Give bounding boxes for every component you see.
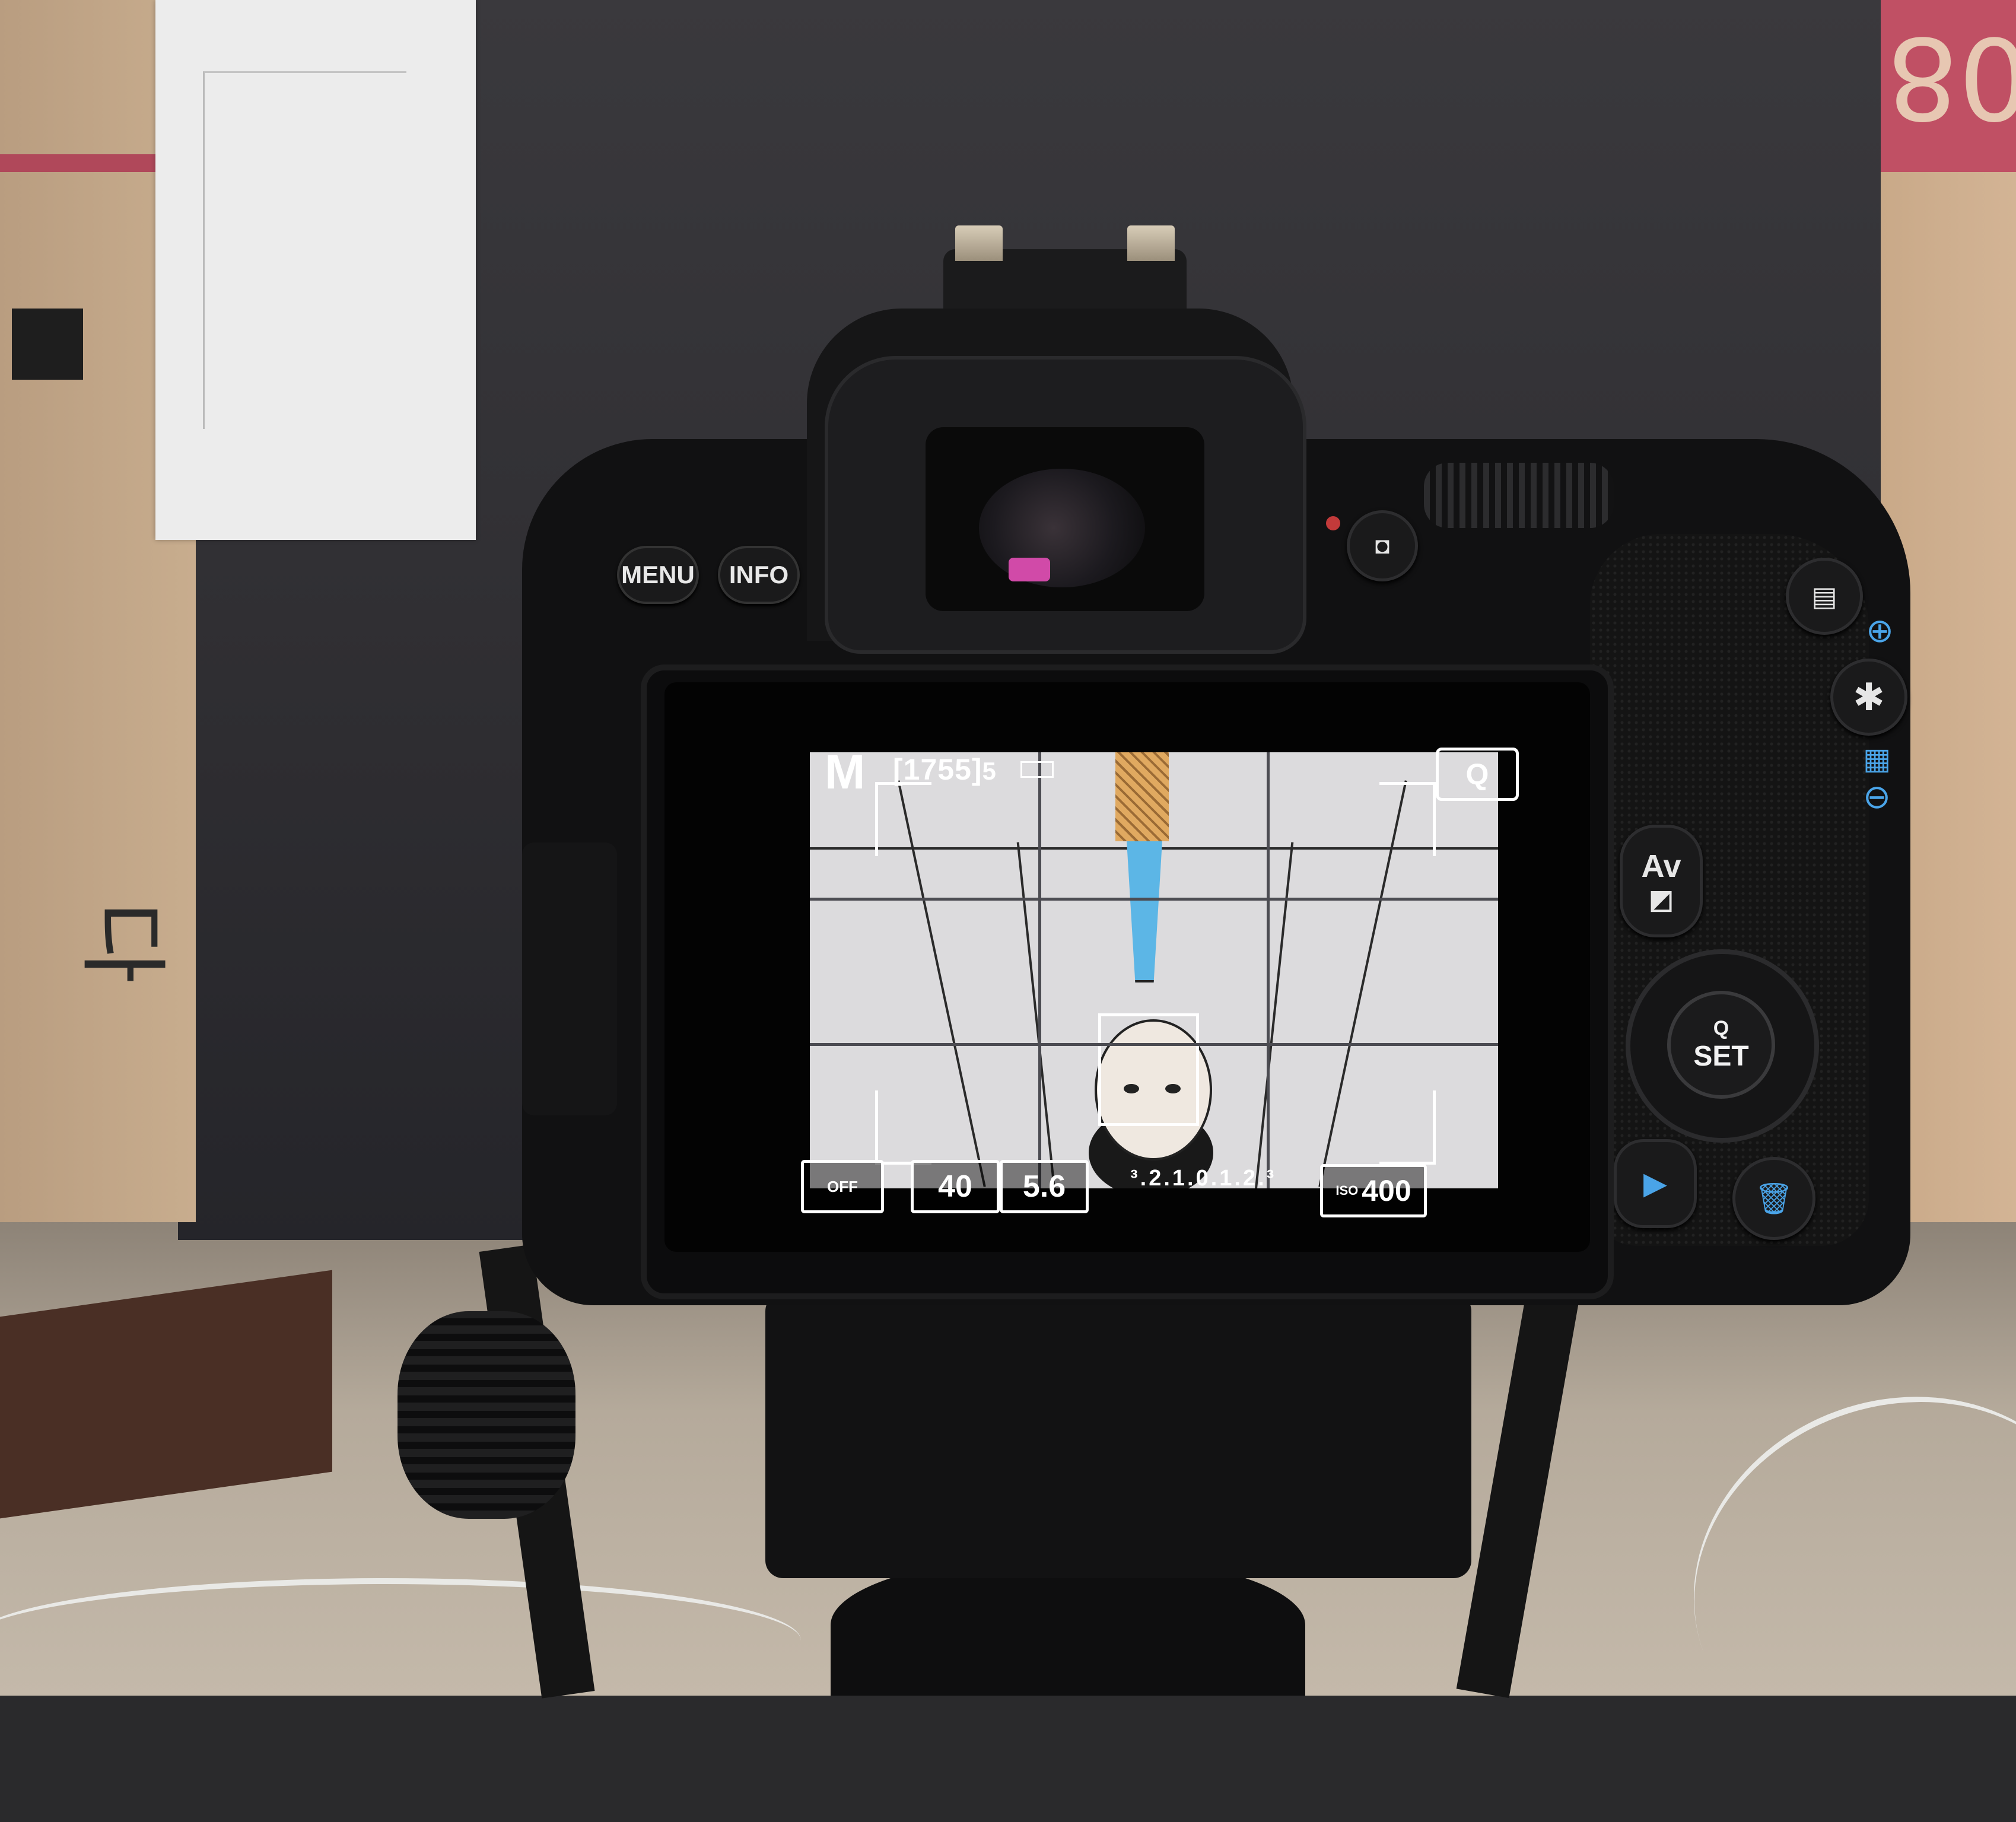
box-logo-icon bbox=[12, 309, 83, 380]
record-indicator bbox=[1326, 516, 1340, 530]
tripod-knob[interactable] bbox=[398, 1311, 575, 1519]
shutter-speed[interactable]: 40 bbox=[911, 1160, 1000, 1213]
sketch-line bbox=[1254, 842, 1294, 1188]
playback-icon: ▶ bbox=[1643, 1166, 1667, 1201]
tripod-plate bbox=[765, 1293, 1471, 1578]
quick-control-button[interactable]: Q bbox=[1436, 748, 1519, 801]
grid-icon: ▤ bbox=[1811, 581, 1837, 612]
cable bbox=[0, 1578, 801, 1703]
index-icon: ▦ bbox=[1863, 742, 1891, 775]
shooting-mode: M bbox=[825, 745, 866, 799]
liveview-icon: ◘ bbox=[1375, 532, 1390, 559]
aperture[interactable]: 5.6 bbox=[1000, 1160, 1089, 1213]
info-button[interactable]: INFO bbox=[718, 546, 800, 604]
set-button[interactable]: Q SET bbox=[1667, 991, 1775, 1099]
main-dial[interactable] bbox=[1424, 463, 1614, 528]
exposure-comp-icon: ◩ bbox=[1649, 885, 1674, 914]
exposure-level-scale: ³.2.1.0.1.2.³ bbox=[1130, 1166, 1277, 1191]
battery-icon bbox=[1020, 761, 1054, 778]
liveview-button[interactable]: ◘ bbox=[1347, 510, 1418, 581]
ae-lock-button[interactable]: ✱ bbox=[1830, 659, 1907, 736]
trash-icon: 🗑 bbox=[1754, 1181, 1794, 1216]
ae-lock-icon: ✱ bbox=[1853, 675, 1885, 718]
box-right-text: 08 bbox=[1887, 12, 2016, 143]
sketch-line bbox=[1016, 842, 1057, 1188]
zoom-out-icon: ⊖ bbox=[1863, 778, 1891, 815]
zoom-in-icon: ⊕ bbox=[1866, 612, 1894, 649]
paper-sketch bbox=[155, 0, 476, 540]
lcd-hinge bbox=[522, 842, 617, 1115]
af-frame-corner bbox=[875, 782, 931, 856]
menu-button[interactable]: MENU bbox=[617, 546, 699, 604]
liveview-screen[interactable] bbox=[810, 752, 1498, 1188]
av-button[interactable]: Av ◩ bbox=[1620, 825, 1703, 937]
drive-mode-icon[interactable]: OFF bbox=[801, 1160, 884, 1213]
af-frame-corner bbox=[875, 1090, 931, 1165]
eyepiece-reflection bbox=[1009, 558, 1050, 581]
af-frame-corner bbox=[1379, 782, 1436, 856]
tie-pattern bbox=[1115, 752, 1169, 841]
af-frame-corner bbox=[1379, 1090, 1436, 1165]
eyepiece-icon bbox=[979, 469, 1145, 587]
shots-remaining: [1755]5 bbox=[893, 753, 997, 786]
grid-button[interactable]: ▤ bbox=[1786, 558, 1863, 635]
iso-setting[interactable]: ISO 400 bbox=[1320, 1164, 1427, 1217]
face-detect-box bbox=[1098, 1013, 1199, 1126]
playback-button[interactable]: ▶ bbox=[1614, 1139, 1697, 1228]
delete-button[interactable]: 🗑 bbox=[1732, 1157, 1815, 1240]
box-left-text: 다 bbox=[70, 901, 174, 984]
